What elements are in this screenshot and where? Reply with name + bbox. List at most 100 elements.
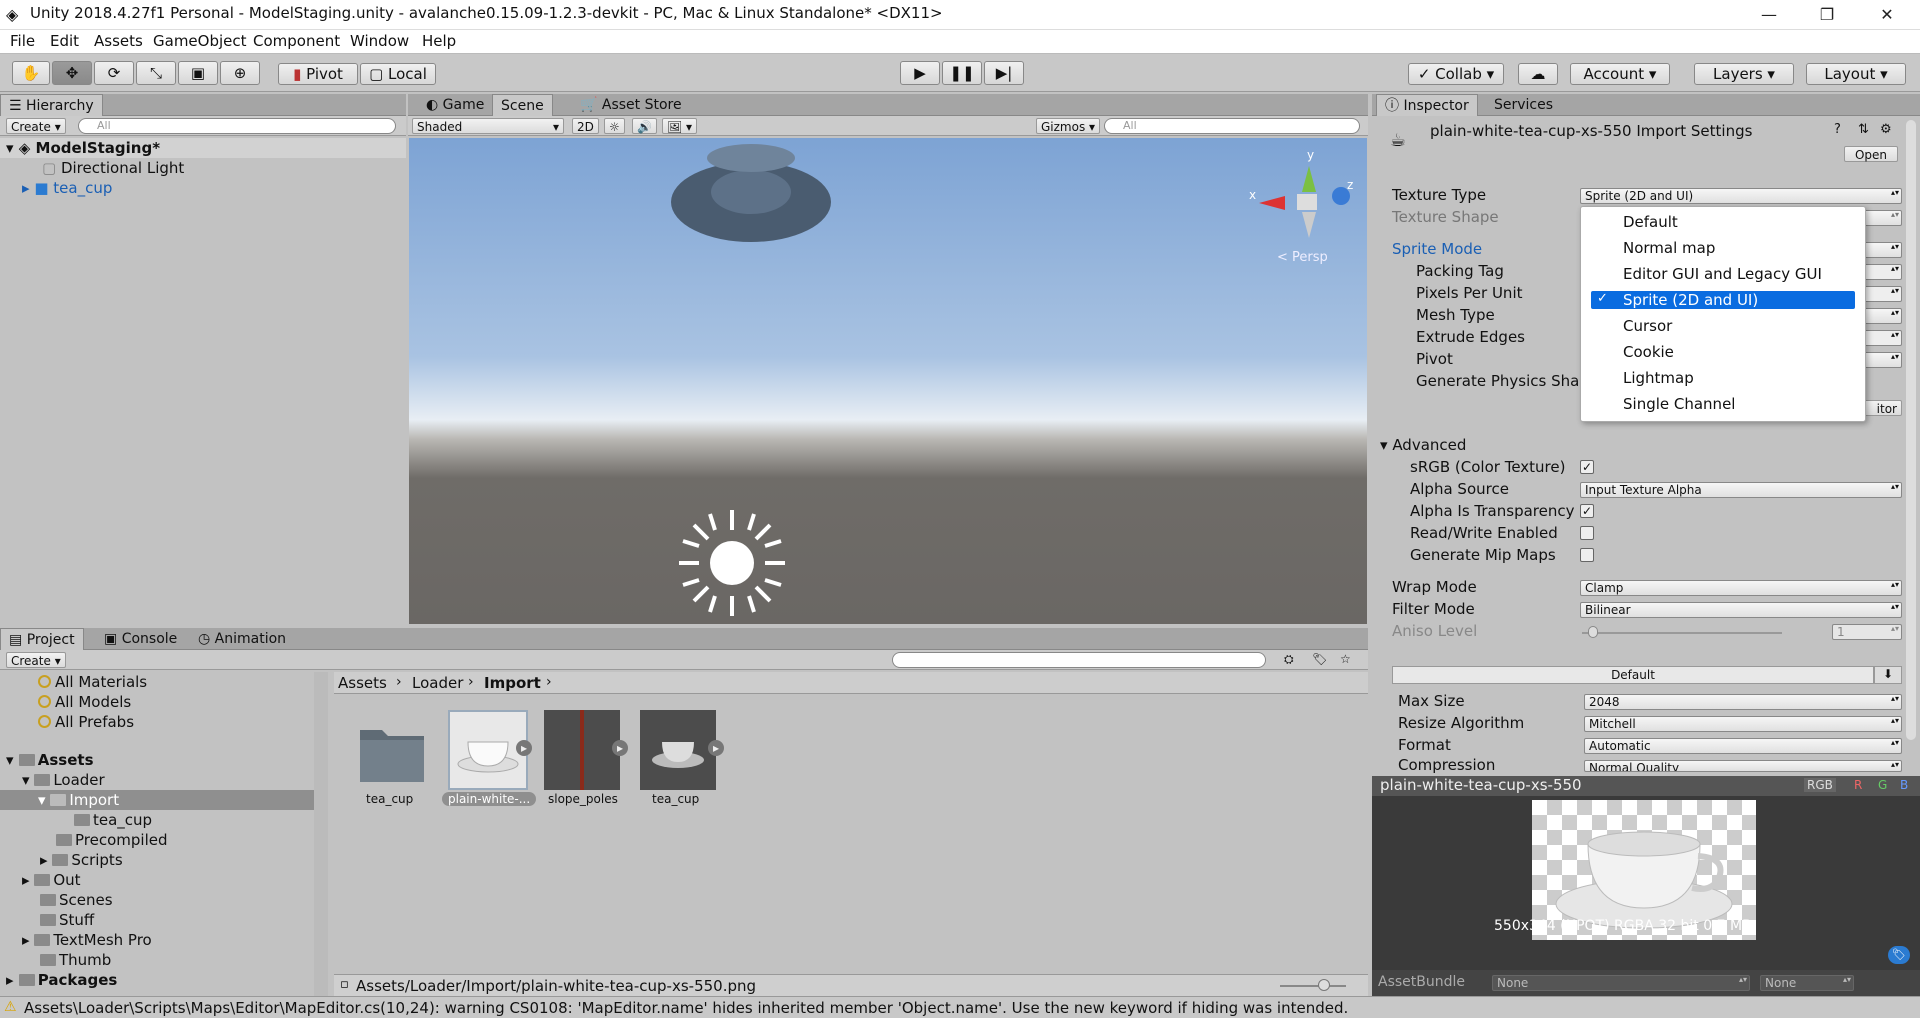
open-button[interactable]: Open [1844, 146, 1898, 162]
menu-edit[interactable]: Edit [50, 32, 79, 50]
generate-mip-maps-checkbox[interactable] [1580, 548, 1594, 562]
popup-option-default[interactable]: Default [1623, 213, 1678, 231]
tree-scripts[interactable]: ▸ Scripts [40, 850, 123, 870]
hand-tool-icon[interactable]: ✋ [12, 61, 50, 85]
popup-option-cookie[interactable]: Cookie [1623, 343, 1674, 361]
settings-gear-icon[interactable]: ⚙ [1880, 122, 1892, 137]
label-tag-icon[interactable]: 🏷 [1888, 946, 1910, 964]
expand-arrow-icon[interactable]: ▸ [612, 740, 628, 756]
tab-console[interactable]: ▣ Console [96, 628, 185, 650]
favorite-star-icon[interactable]: ☆ [1340, 652, 1351, 666]
breadcrumb-assets[interactable]: Assets [338, 674, 387, 692]
tab-project[interactable]: ▤ Project [0, 628, 84, 650]
rect-tool-icon[interactable]: ▣ [178, 61, 218, 85]
filter-mode-dropdown[interactable]: Bilinear [1580, 602, 1902, 618]
menu-assets[interactable]: Assets [94, 32, 143, 50]
maximize-button[interactable]: ❐ [1804, 0, 1850, 30]
gizmos-dropdown[interactable]: Gizmos ▾ [1036, 118, 1101, 134]
tea-cup-object[interactable] [669, 140, 839, 260]
project-tree-scrollbar[interactable] [314, 672, 328, 996]
help-icon[interactable]: ? [1834, 122, 1841, 137]
tree-precompiled[interactable]: Precompiled [56, 830, 168, 850]
local-toggle[interactable]: ▢ Local [360, 63, 436, 85]
favorite-all-prefabs[interactable]: All Prefabs [38, 712, 134, 732]
preview-b-toggle[interactable]: B [1900, 778, 1908, 792]
tree-tea-cup[interactable]: tea_cup [74, 810, 152, 830]
menu-help[interactable]: Help [422, 32, 456, 50]
inspector-scrollbar[interactable] [1906, 120, 1916, 740]
project-create-button[interactable]: Create ▾ [6, 652, 66, 668]
preset-icon[interactable]: ⇅ [1858, 122, 1869, 137]
popup-option-sprite[interactable]: Sprite (2D and UI) [1623, 291, 1758, 309]
tab-asset-store[interactable]: 🛒 Asset Store [572, 94, 690, 116]
tab-animation[interactable]: ◷ Animation [190, 628, 294, 650]
hierarchy-search-input[interactable]: All [78, 118, 396, 134]
hierarchy-item-tea-cup[interactable]: ▸ ■ tea_cup [22, 178, 112, 198]
srgb-checkbox[interactable]: ✓ [1580, 460, 1594, 474]
tree-import[interactable]: ▾ Import [38, 790, 119, 810]
transform-tool-icon[interactable]: ⊕ [220, 61, 260, 85]
pivot-toggle[interactable]: ▮ Pivot [278, 63, 358, 85]
read-write-checkbox[interactable] [1580, 526, 1594, 540]
menu-gameobject[interactable]: GameObject [153, 32, 247, 50]
project-search-input[interactable] [892, 652, 1266, 668]
status-bar[interactable]: ⚠ Assets\Loader\Scripts\Maps\Editor\MapE… [0, 996, 1920, 1018]
asset-tea-cup-model[interactable] [640, 710, 716, 790]
shading-dropdown[interactable]: Shaded ▾ [412, 118, 564, 134]
max-size-dropdown[interactable]: 2048 [1584, 694, 1902, 710]
favorite-all-materials[interactable]: All Materials [38, 672, 147, 692]
tab-services[interactable]: Services [1486, 94, 1561, 116]
tree-loader[interactable]: ▾ Loader [22, 770, 105, 790]
menu-file[interactable]: File [10, 32, 35, 50]
preview-rgb-toggle[interactable]: RGB [1804, 778, 1836, 792]
wrap-mode-dropdown[interactable]: Clamp [1580, 580, 1902, 596]
layout-dropdown[interactable]: Layout ▾ [1806, 63, 1906, 85]
aniso-level-input[interactable]: 1 [1832, 624, 1902, 640]
2d-toggle[interactable]: 2D [572, 118, 599, 134]
popup-option-cursor[interactable]: Cursor [1623, 317, 1672, 335]
tab-game[interactable]: ◐ Game [418, 94, 492, 116]
tab-hierarchy[interactable]: ☰ Hierarchy [0, 94, 103, 116]
collab-dropdown[interactable]: ✓ Collab ▾ [1408, 63, 1504, 85]
popup-option-editor-gui[interactable]: Editor GUI and Legacy GUI [1623, 265, 1822, 283]
minimize-button[interactable]: — [1746, 0, 1792, 30]
filter-type-icon[interactable]: ⛭ [1284, 652, 1294, 667]
directional-light-gizmo[interactable] [677, 508, 787, 618]
aniso-slider-handle[interactable] [1588, 626, 1598, 638]
tree-scenes[interactable]: Scenes [40, 890, 113, 910]
zoom-slider-track[interactable] [1280, 985, 1346, 987]
cloud-icon[interactable]: ☁ [1518, 63, 1558, 85]
breadcrumb-import[interactable]: Import [484, 674, 541, 692]
format-dropdown[interactable]: Automatic [1584, 738, 1902, 754]
assetbundle-variant-dropdown[interactable]: None [1760, 975, 1854, 991]
close-button[interactable]: ✕ [1864, 0, 1910, 30]
asset-tea-cup-folder[interactable] [356, 716, 428, 786]
move-tool-icon[interactable]: ✥ [52, 61, 92, 85]
popup-option-lightmap[interactable]: Lightmap [1623, 369, 1694, 387]
tree-assets[interactable]: ▾ Assets [6, 750, 94, 770]
play-button[interactable]: ▶ [900, 61, 940, 85]
filter-label-icon[interactable]: 🏷 [1312, 652, 1327, 666]
popup-option-normal-map[interactable]: Normal map [1623, 239, 1715, 257]
scene-search-input[interactable]: All [1104, 118, 1360, 134]
layers-dropdown[interactable]: Layers ▾ [1694, 63, 1794, 85]
hierarchy-create-button[interactable]: Create ▾ [6, 118, 66, 134]
tab-inspector[interactable]: ⓘ Inspector [1376, 94, 1478, 116]
account-dropdown[interactable]: Account ▾ [1570, 63, 1670, 85]
compression-dropdown[interactable]: Normal Quality [1584, 760, 1902, 772]
favorite-all-models[interactable]: All Models [38, 692, 131, 712]
tree-out[interactable]: ▸ Out [22, 870, 81, 890]
platform-tab-default[interactable]: Default [1392, 666, 1874, 684]
rotate-tool-icon[interactable]: ⟳ [94, 61, 134, 85]
alpha-source-dropdown[interactable]: Input Texture Alpha [1580, 482, 1902, 498]
pause-button[interactable]: ❚❚ [942, 61, 982, 85]
breadcrumb-loader[interactable]: Loader [412, 674, 463, 692]
lighting-icon[interactable]: ☼ [604, 118, 625, 134]
scene-viewport[interactable]: y x z < Persp [409, 138, 1367, 624]
menu-component[interactable]: Component [253, 32, 340, 50]
preview-r-toggle[interactable]: R [1854, 778, 1862, 792]
scene-root[interactable]: ▾ ◈ ModelStaging* [6, 138, 160, 158]
tab-scene[interactable]: Scene [492, 94, 553, 116]
orientation-gizmo[interactable]: y x z [1249, 148, 1359, 238]
tree-textmesh-pro[interactable]: ▸ TextMesh Pro [22, 930, 152, 950]
